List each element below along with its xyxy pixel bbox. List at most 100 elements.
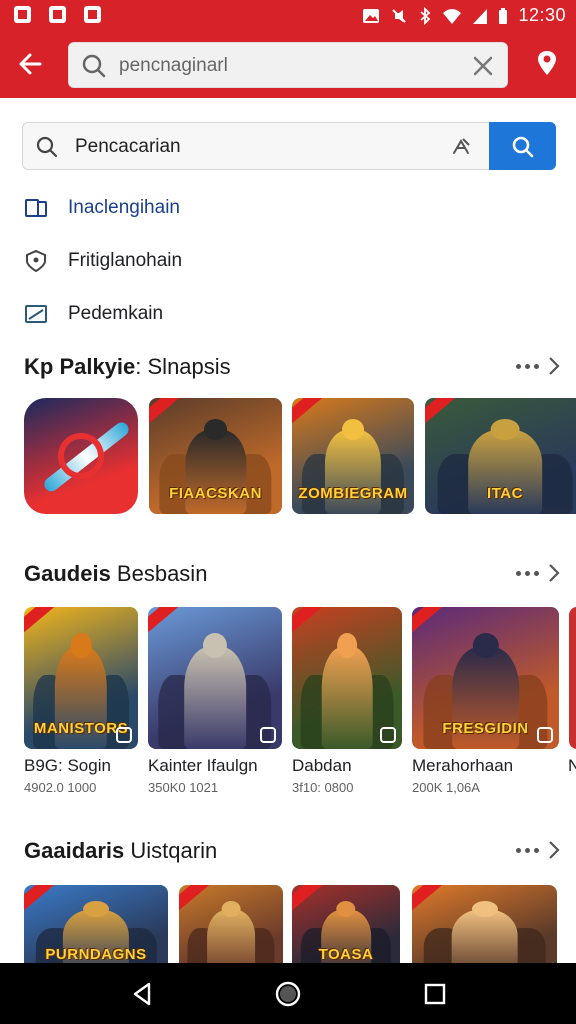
section-title: Gaaidaris Uistqarin: [24, 838, 217, 864]
character-head: [83, 901, 109, 918]
nav-back-button[interactable]: [127, 979, 157, 1009]
top-search-input[interactable]: [119, 51, 449, 81]
app-tile[interactable]: ZOMBIEGRAM: [292, 398, 414, 514]
search-submit-button[interactable]: [489, 122, 556, 170]
notification-icons: [14, 6, 101, 23]
ribbon-badge: [24, 607, 55, 637]
image-status-icon: [363, 8, 380, 23]
devices-icon: [25, 199, 47, 217]
ribbon-badge: [292, 398, 323, 428]
app-name: Kainter Ifaulgn: [148, 756, 258, 775]
app-meta: 200K 1,06A: [412, 780, 480, 795]
location-button[interactable]: [534, 48, 560, 80]
app-tile[interactable]: ITAC: [425, 398, 576, 514]
search-icon: [36, 136, 58, 158]
voice-search-icon[interactable]: [449, 135, 473, 159]
section-more-button[interactable]: [516, 561, 560, 585]
section-more-button[interactable]: [516, 354, 560, 378]
section-title-light: : Slnapsis: [135, 354, 231, 379]
back-icon: [133, 982, 151, 1006]
more-icon: [516, 364, 539, 369]
app-tile[interactable]: [412, 885, 557, 975]
system-nav-bar: [0, 963, 576, 1024]
system-icons: 12:30: [362, 5, 566, 26]
app-tile[interactable]: FIAACSKAN: [149, 398, 282, 514]
suggestion-item[interactable]: Inaclengihain: [24, 188, 524, 228]
ring-graphic: [58, 432, 104, 480]
app-tile-partial[interactable]: [569, 607, 576, 749]
character-head: [472, 632, 499, 659]
back-button[interactable]: [14, 48, 50, 80]
recents-icon: [424, 983, 446, 1005]
section-title: Kp Palkyie: Slnapsis: [24, 354, 231, 380]
tile-title-art: ITAC: [487, 485, 523, 502]
wifi-icon: [443, 8, 462, 24]
mute-icon: [392, 8, 407, 23]
app-meta: 4902.0 1000: [24, 780, 97, 795]
section-title-light: Besbasin: [110, 561, 208, 586]
screen: 12:30 Inaclengihain Fritiglanohain: [0, 0, 576, 1024]
ribbon-badge: [412, 607, 443, 637]
top-search-box[interactable]: [68, 42, 508, 88]
app-tile[interactable]: TOASA: [292, 885, 400, 975]
search-bar[interactable]: [22, 122, 556, 170]
more-icon: [516, 848, 539, 853]
section-more-button[interactable]: [516, 838, 560, 862]
chevron-right-icon: [549, 841, 560, 859]
signal-icon: [473, 8, 488, 24]
location-pin-icon: [538, 51, 556, 75]
suggestion-label: Fritiglanohain: [68, 250, 183, 271]
install-badge-icon: [260, 727, 276, 743]
ribbon-badge: [425, 398, 456, 428]
character-head: [203, 418, 228, 440]
ribbon-badge: [179, 885, 210, 915]
suggestion-item[interactable]: Fritiglanohain: [24, 241, 524, 281]
section-title: Gaudeis Besbasin: [24, 561, 207, 587]
suggestion-label: Inaclengihain: [68, 197, 180, 218]
app-name: B9G: Sogin: [24, 756, 111, 775]
app-tile[interactable]: FRESGIDIN: [412, 607, 559, 749]
display-icon: [25, 305, 47, 323]
app-tile[interactable]: PURNDAGNS: [24, 885, 168, 975]
tile-title-art: TOASA: [318, 946, 374, 963]
ribbon-badge: [148, 607, 179, 637]
search-icon: [512, 136, 534, 158]
suggestion-item[interactable]: Pedemkain: [24, 294, 524, 334]
app-tile[interactable]: [148, 607, 282, 749]
ribbon-badge: [292, 607, 323, 637]
app-tile[interactable]: [292, 607, 402, 749]
search-icon: [82, 54, 106, 78]
character-head: [221, 901, 241, 918]
section-title-bold: Gaudeis: [24, 561, 111, 586]
app-name: Merahorhaan: [412, 756, 514, 775]
search-input[interactable]: [75, 132, 395, 162]
chevron-right-icon: [549, 357, 560, 375]
character-head: [70, 632, 92, 659]
app-name-partial: N: [568, 756, 576, 775]
install-badge-icon: [537, 727, 553, 743]
app-bar: [0, 30, 576, 98]
app-name: Dabdan: [292, 756, 352, 775]
nav-recents-button[interactable]: [420, 979, 450, 1009]
app-tile[interactable]: [24, 398, 138, 514]
nav-home-button[interactable]: [273, 979, 303, 1009]
tile-title-art: PURNDAGNS: [45, 946, 147, 963]
app-meta: 3f10: 0800: [292, 780, 354, 795]
character-head: [337, 632, 357, 659]
clear-icon[interactable]: [471, 54, 495, 78]
clock: 12:30: [518, 5, 566, 25]
ribbon-badge: [149, 398, 180, 428]
character-figure: [321, 646, 373, 749]
status-bar: 12:30: [0, 0, 576, 30]
ribbon-badge: [24, 885, 55, 915]
tile-title-art: FIAACSKAN: [169, 485, 262, 502]
character-head: [342, 418, 364, 440]
character-figure: [184, 646, 246, 749]
ribbon-badge: [292, 885, 323, 915]
install-badge-icon: [380, 727, 396, 743]
app-tile[interactable]: MANISTORS: [24, 607, 138, 749]
more-icon: [516, 571, 539, 576]
tile-title-art: FRESGIDIN: [442, 720, 529, 737]
app-tile[interactable]: [179, 885, 283, 975]
x-notification-icon: [49, 6, 66, 23]
